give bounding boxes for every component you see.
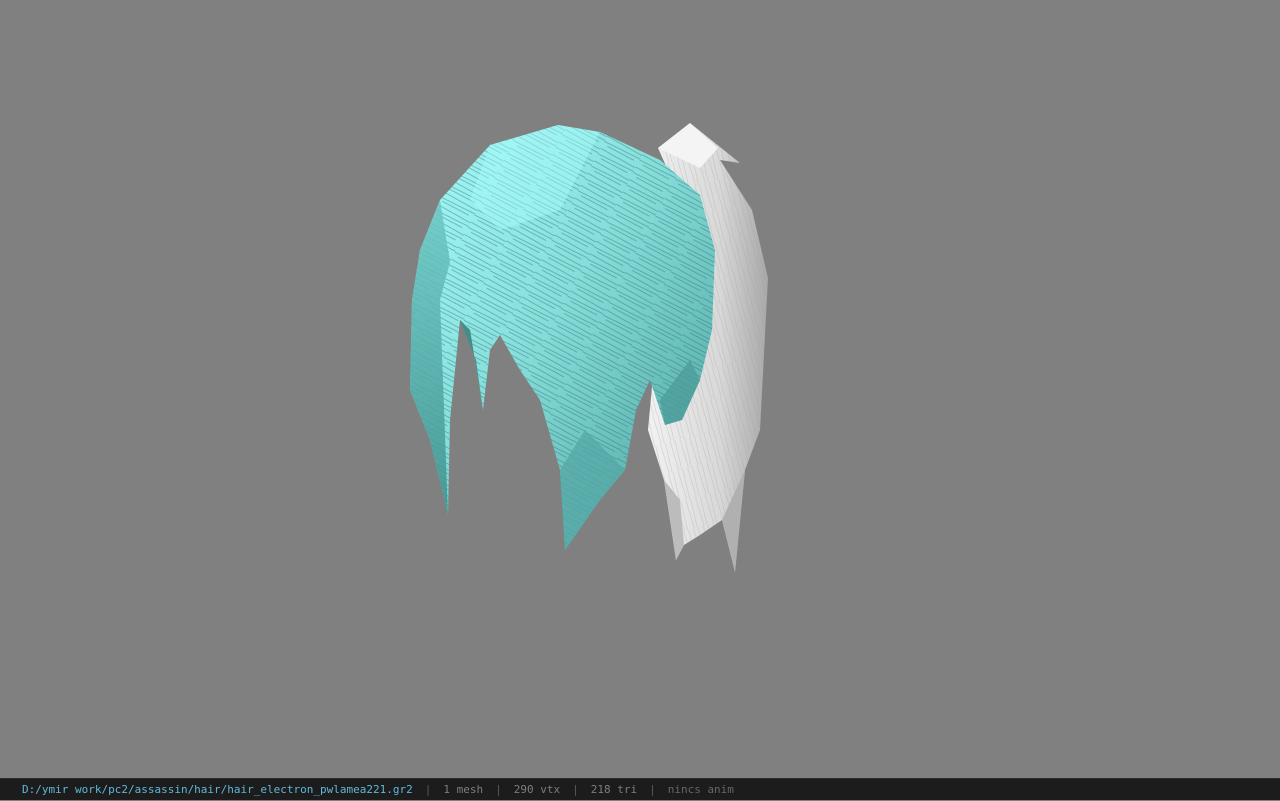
separator: | bbox=[572, 783, 579, 796]
triangle-count-label: 218 tri bbox=[590, 783, 638, 796]
separator: | bbox=[424, 783, 432, 796]
vertex-count-label: 290 vtx bbox=[513, 783, 561, 796]
mesh-count-label: 1 mesh bbox=[443, 783, 484, 796]
animation-status-label: nincs anim bbox=[667, 783, 734, 796]
hair-model-render bbox=[410, 123, 768, 572]
separator: | bbox=[495, 783, 502, 796]
file-path-label: D:/ymir work/pc2/assassin/hair/hair_elec… bbox=[22, 783, 413, 796]
separator: | bbox=[649, 783, 656, 796]
3d-viewport[interactable] bbox=[0, 0, 1280, 778]
status-bar: D:/ymir work/pc2/assassin/hair/hair_elec… bbox=[0, 778, 1280, 800]
